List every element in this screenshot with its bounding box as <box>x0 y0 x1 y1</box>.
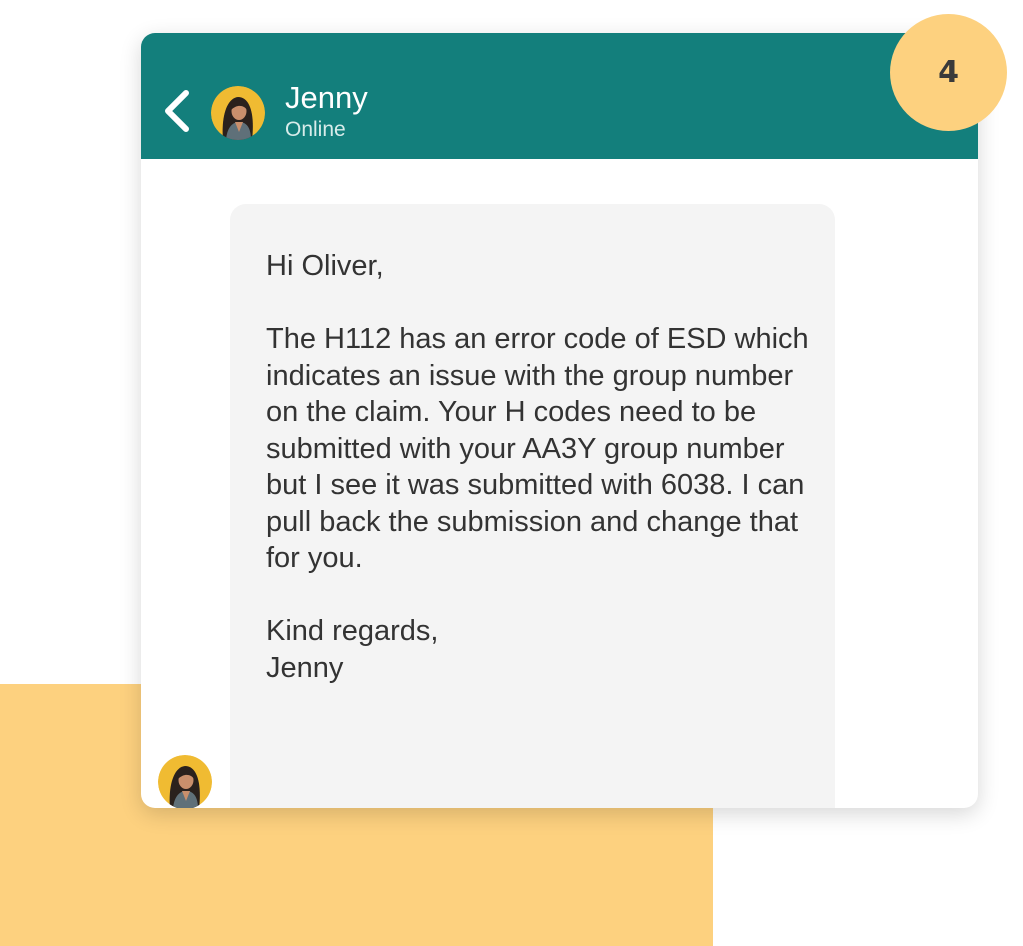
contact-status: Online <box>285 118 346 141</box>
chat-header: Jenny Online <box>141 33 978 159</box>
step-number-badge: 4 <box>890 14 1007 131</box>
contact-avatar[interactable] <box>211 86 265 140</box>
message-signoff: Kind regards, Jenny <box>266 613 821 686</box>
message-greeting: Hi Oliver, <box>266 250 384 282</box>
message-body: The H112 has an error code of ESD which … <box>266 323 809 574</box>
message-signoff-line1: Kind regards, <box>266 615 439 647</box>
message-bubble: Hi Oliver, The H112 has an error code of… <box>230 204 835 808</box>
sender-avatar <box>158 755 212 808</box>
step-number: 4 <box>938 55 959 90</box>
message-text: Hi Oliver, The H112 has an error code of… <box>266 248 821 686</box>
contact-name: Jenny <box>285 80 368 115</box>
message-signoff-line2: Jenny <box>266 651 344 684</box>
chat-window: Jenny Online Hi Oliver, The H112 has an … <box>141 33 978 808</box>
back-button[interactable] <box>159 87 195 135</box>
chevron-left-icon <box>165 90 189 132</box>
